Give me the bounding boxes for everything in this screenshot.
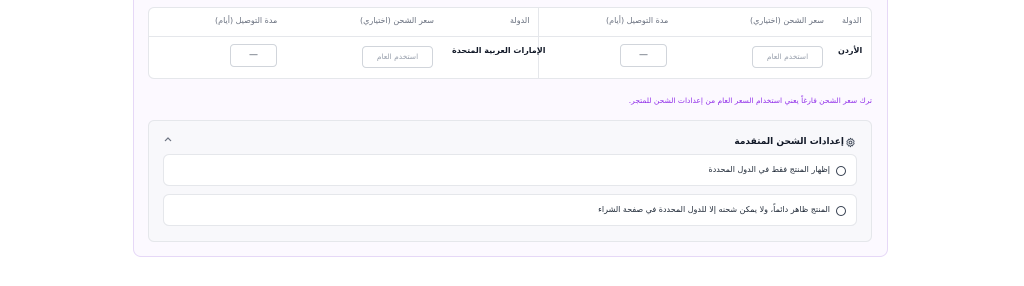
header-country-right: الدولة <box>842 16 862 25</box>
header-days-right: مدة التوصيل (أيام) <box>606 16 669 25</box>
header-country-left: الدولة <box>510 16 530 25</box>
shipping-price-input-jordan[interactable]: استخدم العام <box>752 46 823 68</box>
option-label: إظهار المنتج فقط في الدول المحددة <box>708 165 830 174</box>
option-show-only-selected[interactable]: إظهار المنتج فقط في الدول المحددة <box>163 154 857 186</box>
header-price-right: سعر الشحن (اختياري) <box>750 16 824 25</box>
option-label: المنتج ظاهر دائماً، ولا يمكن شحنه إلا لل… <box>598 205 830 214</box>
shipping-price-input-uae[interactable]: استخدم العام <box>362 46 433 68</box>
row-country-jordan: الأردن <box>838 46 863 55</box>
option-always-visible[interactable]: المنتج ظاهر دائماً، ولا يمكن شحنه إلا لل… <box>163 194 857 226</box>
header-price-left: سعر الشحن (اختياري) <box>360 16 434 25</box>
shipping-hint-text: ترك سعر الشحن فارغاً يعني استخدام السعر … <box>628 96 872 105</box>
gear-icon <box>846 137 855 148</box>
advanced-settings-title[interactable]: إعدادات الشحن المتقدمة <box>734 137 844 147</box>
delivery-days-input-jordan[interactable]: — <box>620 44 667 67</box>
table-column-divider <box>538 8 539 78</box>
row-country-uae: الإمارات العربية المتحدة <box>452 46 546 55</box>
chevron-up-icon[interactable] <box>163 135 173 143</box>
delivery-days-input-uae[interactable]: — <box>230 44 277 67</box>
header-days-left: مدة التوصيل (أيام) <box>215 16 278 25</box>
table-header-divider <box>149 36 871 37</box>
radio-always-visible[interactable] <box>836 206 846 216</box>
radio-show-only-selected[interactable] <box>836 166 846 176</box>
